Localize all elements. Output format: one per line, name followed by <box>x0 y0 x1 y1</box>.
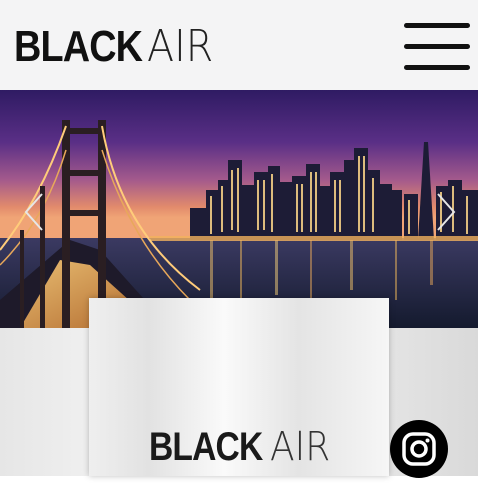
menu-bar <box>404 44 470 49</box>
brand-card: BLACK AIR <box>89 298 389 476</box>
card-brand-logo: BLACK AIR <box>149 426 337 468</box>
menu-bar <box>404 23 470 28</box>
hero-carousel[interactable] <box>0 90 478 328</box>
menu-bar <box>404 65 470 70</box>
logo-light-text: AIR <box>146 21 214 72</box>
instagram-icon[interactable] <box>390 420 448 478</box>
logo-bold-text: BLACK <box>14 22 143 71</box>
chevron-left-icon[interactable] <box>20 190 46 234</box>
hero-image <box>0 90 478 328</box>
instagram-glyph <box>402 432 436 466</box>
card-logo-bold-text: BLACK <box>149 425 263 469</box>
brand-logo[interactable]: BLACK AIR <box>14 24 221 70</box>
chevron-right-icon[interactable] <box>434 190 460 234</box>
hamburger-menu-icon[interactable] <box>402 20 474 74</box>
site-header: BLACK AIR <box>0 0 478 90</box>
card-logo-light-text: AIR <box>269 424 331 470</box>
